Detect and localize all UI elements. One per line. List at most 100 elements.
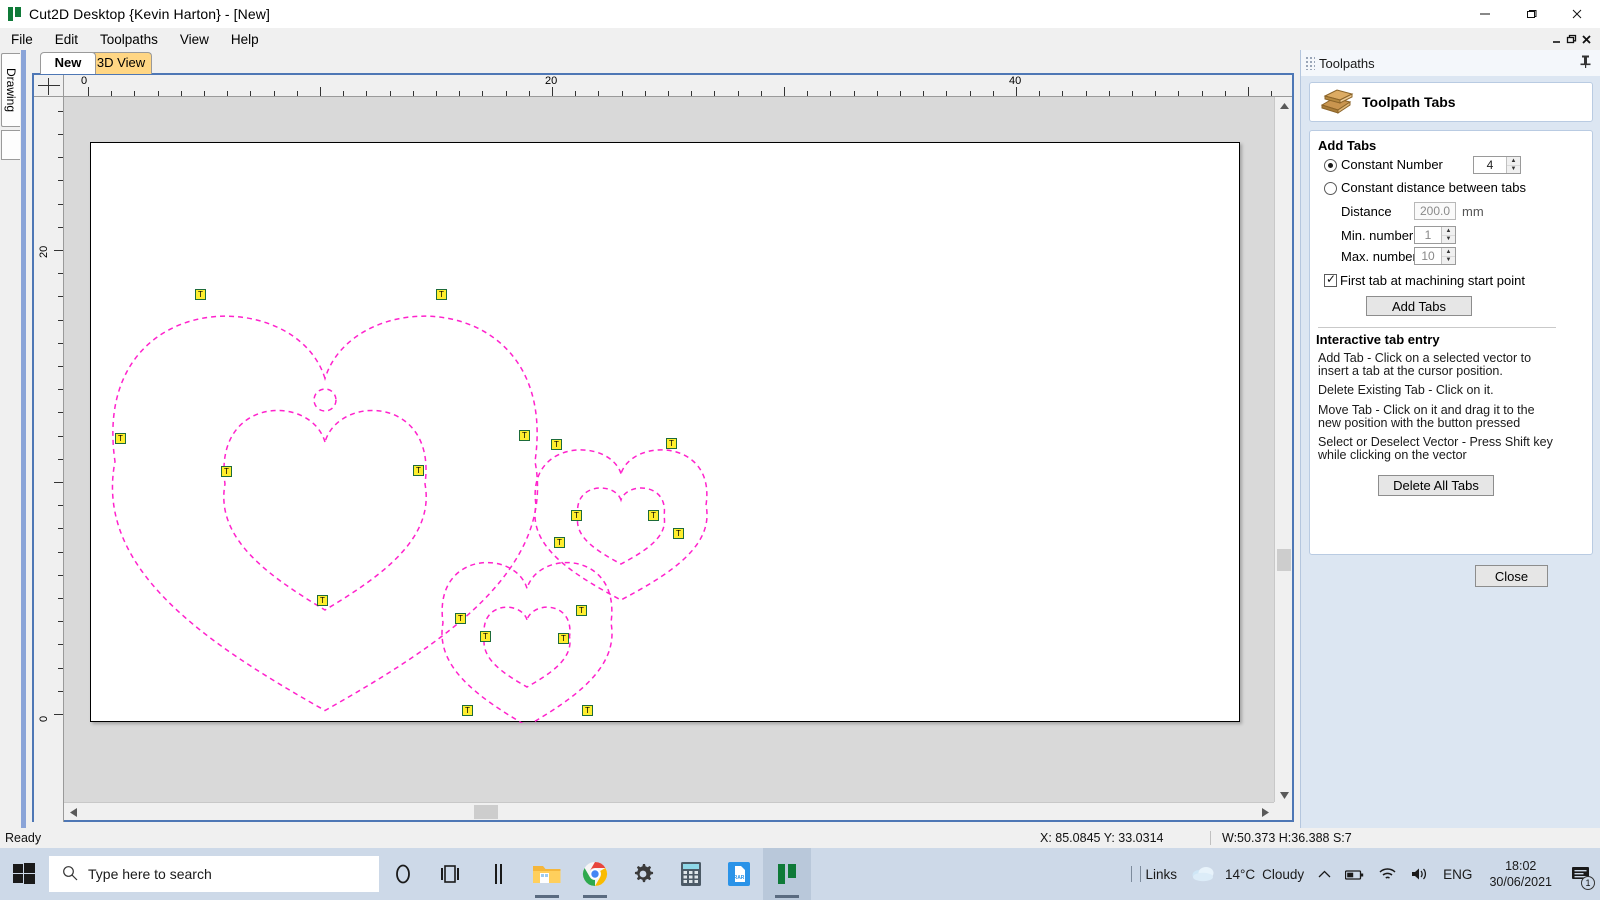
ruler-horizontal[interactable]: 020406080100	[64, 75, 1292, 97]
ruler-corner-box[interactable]	[34, 75, 64, 97]
vector-artwork[interactable]	[91, 143, 1241, 723]
action-center-icon[interactable]: 1	[1562, 848, 1600, 900]
vertical-scroll-thumb[interactable]	[1277, 549, 1291, 571]
toolpath-tab-marker[interactable]: T	[480, 631, 491, 642]
cortana-icon[interactable]	[379, 848, 427, 900]
settings-gear-icon[interactable]	[619, 848, 667, 900]
window-close-button[interactable]	[1554, 0, 1600, 28]
scroll-right-arrow[interactable]	[1256, 803, 1274, 821]
vector-path[interactable]	[223, 409, 427, 611]
tab-3d-view[interactable]: 3D View	[90, 52, 152, 74]
cut2d-running-indicator	[775, 895, 799, 898]
min-number-stepper[interactable]: 1 ▲ ▼	[1414, 226, 1456, 244]
tab-new[interactable]: New	[40, 52, 96, 74]
toolpath-tab-marker[interactable]: T	[666, 438, 677, 449]
checkbox-first-tab-at-start[interactable]	[1324, 272, 1337, 287]
toolpath-tab-marker[interactable]: T	[317, 595, 328, 606]
toolpath-tab-marker[interactable]: T	[413, 465, 424, 476]
weather-widget[interactable]: 14°C Cloudy	[1184, 848, 1311, 900]
vector-path[interactable]	[483, 606, 571, 688]
constant-number-down[interactable]: ▼	[1507, 166, 1520, 174]
close-button[interactable]: Close	[1475, 565, 1548, 587]
toolpath-tab-marker[interactable]: T	[551, 439, 562, 450]
drawing-viewport[interactable]: T T T T T T T T T T T T T T T T T T T	[64, 97, 1274, 804]
sidebar-tab-drawing[interactable]: Drawing	[1, 53, 20, 127]
menu-toolpaths[interactable]: Toolpaths	[89, 30, 169, 49]
scroll-left-arrow[interactable]	[64, 803, 82, 821]
wifi-icon[interactable]	[1372, 848, 1404, 900]
toolpath-tab-marker[interactable]: T	[571, 510, 582, 521]
battery-icon[interactable]	[1338, 848, 1372, 900]
toolpath-tab-marker[interactable]: T	[519, 430, 530, 441]
toolpath-tab-marker[interactable]: T	[462, 705, 473, 716]
horizontal-scroll-thumb[interactable]	[474, 805, 498, 819]
mdi-minimize-button[interactable]	[1549, 30, 1564, 48]
vector-path[interactable]	[576, 487, 666, 565]
ruler-vertical[interactable]: 40200	[34, 97, 64, 822]
google-chrome-icon[interactable]	[571, 848, 619, 900]
links-toolbar[interactable]: Links	[1124, 848, 1184, 900]
ruler-h-label: 20	[545, 75, 558, 87]
file-explorer-icon[interactable]	[523, 848, 571, 900]
calculator-icon[interactable]	[667, 848, 715, 900]
material-sheet[interactable]: T T T T T T T T T T T T T T T T T T T	[90, 142, 1241, 723]
widgets-icon[interactable]	[475, 848, 523, 900]
horizontal-scrollbar[interactable]	[64, 802, 1274, 820]
menu-edit[interactable]: Edit	[44, 30, 89, 49]
max-number-down[interactable]: ▼	[1442, 257, 1455, 265]
constant-number-up[interactable]: ▲	[1507, 157, 1520, 166]
min-number-down[interactable]: ▼	[1442, 236, 1455, 244]
add-tabs-button[interactable]: Add Tabs	[1366, 296, 1472, 316]
delete-all-tabs-button[interactable]: Delete All Tabs	[1378, 475, 1494, 496]
clock[interactable]: 18:02 30/06/2021	[1479, 848, 1562, 900]
menu-help[interactable]: Help	[220, 30, 270, 49]
vector-path[interactable]	[111, 315, 539, 712]
radio-constant-distance[interactable]	[1324, 182, 1337, 195]
toolpath-tab-marker[interactable]: T	[558, 633, 569, 644]
toolpath-tab-marker[interactable]: T	[221, 466, 232, 477]
mdi-close-button[interactable]	[1579, 30, 1594, 48]
panel-grip-icon[interactable]	[1305, 56, 1315, 70]
min-number-value: 1	[1424, 228, 1432, 242]
search-input[interactable]: Type here to search	[49, 856, 379, 892]
pin-icon[interactable]	[1580, 55, 1591, 71]
vertical-scrollbar[interactable]	[1274, 97, 1292, 804]
mdi-restore-button[interactable]	[1564, 30, 1579, 48]
volume-icon[interactable]	[1404, 848, 1436, 900]
cut2d-desktop-icon[interactable]	[763, 848, 811, 900]
language-indicator[interactable]: ENG	[1436, 848, 1479, 900]
windows-start-icon[interactable]	[0, 848, 47, 900]
toolpath-tab-marker[interactable]: T	[648, 510, 659, 521]
toolpath-tab-marker[interactable]: T	[195, 289, 206, 300]
distance-input[interactable]: 200.0	[1414, 202, 1456, 220]
menu-view[interactable]: View	[169, 30, 220, 49]
distance-units: mm	[1462, 204, 1484, 219]
vector-path[interactable]	[441, 561, 613, 723]
show-hidden-icons-chevron[interactable]	[1311, 848, 1338, 900]
toolpath-tab-marker[interactable]: T	[554, 537, 565, 548]
task-view-icon[interactable]	[427, 848, 475, 900]
window-minimize-button[interactable]	[1462, 0, 1508, 28]
window-maximize-button[interactable]	[1508, 0, 1554, 28]
toolpath-tab-marker[interactable]: T	[582, 705, 593, 716]
menu-file[interactable]: File	[0, 30, 44, 49]
toolpath-tab-marker[interactable]: T	[673, 528, 684, 539]
winrar-icon[interactable]: RAR	[715, 848, 763, 900]
toolpath-tab-marker[interactable]: T	[455, 613, 466, 624]
vector-circle[interactable]	[313, 388, 337, 412]
max-number-up[interactable]: ▲	[1442, 248, 1455, 257]
toolpath-tab-marker[interactable]: T	[576, 605, 587, 616]
constant-number-stepper[interactable]: 4 ▲ ▼	[1473, 156, 1521, 174]
checkbox-first-tab-label: First tab at machining start point	[1340, 273, 1525, 288]
toolpath-tab-marker[interactable]: T	[115, 433, 126, 444]
toolpath-tab-marker[interactable]: T	[436, 289, 447, 300]
vector-path[interactable]	[534, 449, 708, 601]
radio-constant-number[interactable]	[1324, 159, 1337, 172]
help-add-tab-line1: Add Tab - Click on a selected vector to	[1318, 351, 1532, 365]
document-tabs: New 3D View	[26, 50, 1300, 74]
links-grip-icon[interactable]	[1131, 866, 1142, 882]
max-number-stepper[interactable]: 10 ▲ ▼	[1414, 247, 1456, 265]
scroll-up-arrow[interactable]	[1275, 97, 1293, 115]
sidebar-tab-secondary[interactable]	[1, 130, 20, 160]
min-number-up[interactable]: ▲	[1442, 227, 1455, 236]
